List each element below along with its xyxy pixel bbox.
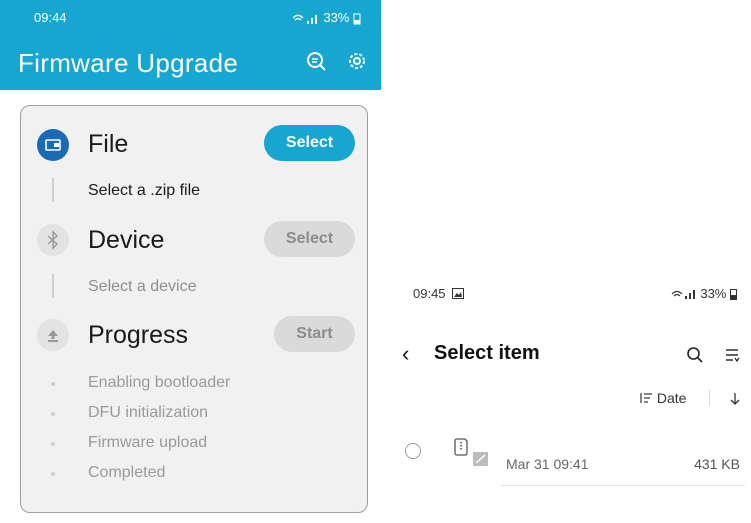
list-divider — [501, 485, 745, 486]
app-bar: Firmware Upgrade — [0, 34, 381, 90]
select-radio[interactable] — [405, 443, 421, 459]
status-bar: 09:44 33% — [0, 0, 381, 34]
bluetooth-icon — [37, 224, 69, 256]
status-indicators: 33% — [671, 286, 737, 301]
signal-icon — [292, 14, 317, 24]
search-icon[interactable] — [686, 346, 704, 364]
stage-item: Enabling bootloader — [88, 374, 231, 391]
stage-item: DFU initialization — [88, 404, 209, 421]
stage-dot — [51, 472, 55, 476]
sort-order-icon — [640, 393, 652, 403]
stage-item: Firmware upload — [88, 434, 208, 451]
sort-list-icon[interactable] — [724, 347, 740, 363]
connector-line — [52, 274, 54, 298]
battery-icon — [353, 13, 361, 25]
gear-icon[interactable] — [346, 50, 368, 72]
battery-percent: 33% — [323, 10, 350, 25]
stage-item: Completed — [88, 464, 166, 481]
status-indicators: 33% — [292, 10, 361, 25]
folder-icon — [37, 129, 69, 161]
sort-control[interactable]: Date — [639, 390, 686, 406]
back-icon[interactable]: ‹ — [402, 341, 409, 367]
signal-icon — [671, 290, 695, 300]
start-button[interactable]: Start — [274, 316, 355, 352]
progress-step-title: Progress — [88, 321, 189, 349]
battery-icon — [730, 289, 737, 301]
connector-line — [52, 178, 54, 202]
device-step-title: Device — [88, 226, 165, 254]
select-item-screen: 09:45 33% ‹ Select item Date Mar 31 09:4… — [384, 266, 751, 523]
sort-divider — [709, 390, 710, 406]
stage-dot — [51, 442, 55, 446]
gallery-icon — [452, 288, 465, 299]
stage-dot — [51, 382, 55, 386]
file-size: 431 KB — [694, 456, 740, 472]
status-time: 09:45 — [413, 286, 465, 301]
app-title: Firmware Upgrade — [18, 48, 239, 78]
file-step-title: File — [88, 130, 129, 158]
upload-icon — [37, 319, 69, 351]
upgrade-card: File Select Select a .zip file Device Se… — [20, 105, 368, 513]
arrow-down-icon[interactable] — [729, 392, 741, 406]
select-device-button[interactable]: Select — [264, 221, 355, 257]
status-time-text: 09:45 — [413, 286, 446, 301]
sort-label: Date — [656, 390, 687, 406]
battery-percent: 33% — [700, 286, 727, 301]
search-icon[interactable] — [305, 50, 327, 72]
file-step-subtitle: Select a .zip file — [88, 182, 201, 199]
device-step-subtitle: Select a device — [88, 278, 197, 295]
select-file-button[interactable]: Select — [264, 125, 355, 161]
zip-file-icon — [454, 438, 488, 466]
status-time: 09:44 — [34, 10, 67, 25]
firmware-upgrade-screen: 09:44 33% Firmware Upgrade File Select S… — [0, 0, 381, 523]
file-date: Mar 31 09:41 — [506, 456, 589, 472]
stage-dot — [51, 412, 55, 416]
page-title: Select item — [434, 342, 540, 364]
